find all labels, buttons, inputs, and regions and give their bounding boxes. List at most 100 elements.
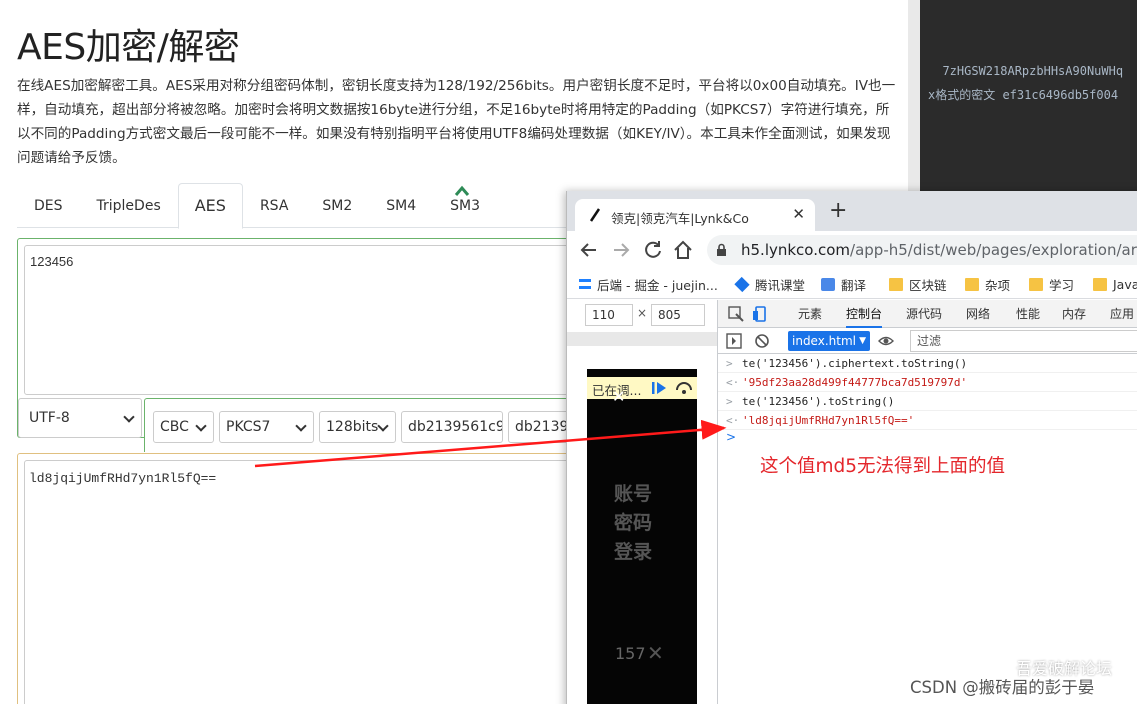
browser-tabbar: 领克|领克汽车|Lynk&Co ✕ + [567, 191, 1137, 232]
mode-value: CBC [160, 419, 189, 435]
chevron-down-icon [123, 411, 135, 423]
inspect-element-icon[interactable] [728, 306, 744, 322]
url-text: h5.lynkco.com/app-h5/dist/web/pages/expl… [741, 241, 1137, 259]
devtools-tab-console[interactable]: 控制台 [846, 300, 883, 328]
console-input[interactable]: te('123456').ciphertext.toString() [742, 354, 967, 373]
devtools-tab-elements[interactable]: 元素 [798, 300, 822, 328]
chevron-down-icon [295, 420, 307, 432]
padding-select[interactable]: PKCS7 [219, 411, 314, 443]
home-icon[interactable] [671, 238, 695, 262]
step-over-icon[interactable] [675, 380, 693, 395]
editor-line: x格式的密文 ef31c6496db5f004 [928, 88, 1119, 102]
console-prompt-icon[interactable]: > [726, 430, 736, 444]
browser-tab[interactable]: 领克|领克汽车|Lynk&Co ✕ [575, 199, 815, 232]
devtools-tab-application[interactable]: 应用 [1110, 300, 1134, 328]
console-filter-input[interactable]: 过滤 [910, 330, 1137, 352]
clear-console-icon[interactable] [754, 333, 770, 349]
debugger-paused-bar: 已在调... [587, 377, 697, 399]
page-title: AES加密/解密 [17, 27, 240, 68]
translate-icon [821, 277, 835, 291]
devtools-tabbar: 元素 控制台 源代码 网络 性能 内存 应用 [718, 300, 1137, 328]
folder-icon [1029, 277, 1043, 291]
context-value: index.html [792, 334, 856, 348]
close-icon[interactable]: ✕ [647, 641, 664, 665]
url-host: h5.lynkco.com [741, 241, 851, 259]
code-editor-strip: 7zHGSW218ARpzbHHsA90NuWHq x格式的密文 ef31c64… [908, 0, 1137, 192]
chevron-right-icon: > [726, 357, 733, 370]
csdn-watermark: CSDN @搬砖届的彭于晏 [910, 678, 1095, 697]
folder-icon [965, 277, 979, 291]
reload-icon[interactable] [641, 238, 665, 262]
console-result[interactable]: 'ld8jqijUmfRHd7yn1Rl5fQ==' [742, 411, 914, 430]
sidebar-toggle-icon[interactable] [726, 333, 742, 349]
phone-text-password: 密码 [614, 512, 653, 534]
bookmark-label: Java [1113, 276, 1137, 292]
devtools-tab-network[interactable]: 网络 [966, 300, 990, 328]
scroll-to-top-icon[interactable] [454, 185, 470, 197]
bookmark-label: 翻译 [841, 277, 867, 293]
device-height-input[interactable]: 805 [651, 304, 705, 326]
bookmarks-bar: 后端 - 掘金 - juejin... 腾讯课堂 翻译 区块链 杂项 学习 Ja… [567, 269, 1137, 299]
bookmark-label: 后端 - 掘金 - juejin... [597, 277, 718, 293]
juejin-icon [579, 279, 591, 289]
bookmark-folder-study[interactable]: 学习 [1029, 275, 1074, 293]
chevron-down-icon [377, 420, 389, 432]
bookmark-translate[interactable]: 翻译 [821, 275, 866, 293]
keysize-value: 128bits [326, 419, 379, 435]
result-arrow-icon: <· [726, 376, 740, 389]
chevron-right-icon: > [726, 395, 733, 408]
resume-icon[interactable] [651, 381, 667, 395]
browser-navbar: h5.lynkco.com/app-h5/dist/web/pages/expl… [567, 231, 1137, 269]
editor-line: 7zHGSW218ARpzbHHsA90NuWHq [928, 64, 1124, 78]
phone-text-account: 账号 [614, 483, 653, 505]
times-icon: × [637, 306, 648, 320]
device-toggle-icon[interactable] [752, 306, 768, 322]
device-toolbar: 110 × 805 [567, 300, 717, 334]
tencent-class-icon [734, 276, 750, 292]
device-width-input[interactable]: 110 [585, 304, 633, 326]
device-ruler [567, 332, 717, 346]
charset-select[interactable]: UTF-8 [18, 398, 142, 438]
eye-icon[interactable] [878, 333, 894, 349]
result-arrow-icon: <· [726, 414, 740, 427]
back-icon[interactable] [577, 238, 601, 262]
devtools-tab-memory[interactable]: 内存 [1062, 300, 1086, 328]
bookmark-juejin[interactable]: 后端 - 掘金 - juejin... [579, 275, 718, 293]
annotation-text: 这个值md5无法得到上面的值 [760, 456, 1006, 477]
new-tab-button[interactable]: + [829, 199, 847, 223]
tab-aes[interactable]: AES [177, 183, 243, 229]
tab-sm2[interactable]: SM2 [305, 183, 369, 228]
address-bar[interactable]: h5.lynkco.com/app-h5/dist/web/pages/expl… [707, 235, 1137, 265]
tab-sm4[interactable]: SM4 [369, 183, 433, 228]
tab-des[interactable]: DES [17, 183, 80, 228]
devtools-tab-performance[interactable]: 性能 [1016, 300, 1040, 328]
tool-description: 在线AES加密解密工具。AES采用对称分组密码体制，密钥长度支持为128/192… [17, 78, 896, 166]
charset-value: UTF-8 [29, 410, 70, 426]
context-select[interactable]: index.html ▼ [788, 331, 870, 351]
console-input[interactable]: te('123456').toString() [742, 392, 894, 411]
bookmark-label: 学习 [1049, 277, 1075, 293]
folder-icon [889, 277, 903, 291]
close-icon[interactable]: ✕ [792, 205, 805, 223]
console-result[interactable]: '95df23aa28d499f44777bca7d519797d' [742, 373, 967, 392]
console-toolbar: index.html ▼ 过滤 [718, 328, 1137, 354]
bookmark-tencent-class[interactable]: 腾讯课堂 [734, 275, 805, 293]
close-icon[interactable]: ✕ [612, 387, 625, 406]
lock-icon [717, 243, 726, 256]
console-row: <· 'ld8jqijUmfRHd7yn1Rl5fQ==' [718, 411, 1137, 430]
key-input[interactable]: db2139561c9fe [401, 411, 503, 443]
bookmark-folder-blockchain[interactable]: 区块链 [889, 275, 947, 293]
forward-icon[interactable] [609, 238, 633, 262]
browser-window: 领克|领克汽车|Lynk&Co ✕ + h5.lynkco.com/app-h5… [566, 191, 1137, 704]
folder-icon [1093, 277, 1107, 291]
tab-tripledes[interactable]: TripleDes [80, 183, 178, 228]
mode-select[interactable]: CBC [153, 411, 214, 443]
devtools-tab-sources[interactable]: 源代码 [906, 300, 942, 328]
tab-rsa[interactable]: RSA [243, 183, 305, 228]
bookmark-folder-java[interactable]: Java [1093, 275, 1137, 293]
padding-value: PKCS7 [226, 419, 271, 435]
bookmark-label: 杂项 [985, 277, 1011, 293]
keysize-select[interactable]: 128bits [319, 411, 396, 443]
bookmark-folder-misc[interactable]: 杂项 [965, 275, 1010, 293]
tab-title: 领克|领克汽车|Lynk&Co [611, 211, 749, 226]
